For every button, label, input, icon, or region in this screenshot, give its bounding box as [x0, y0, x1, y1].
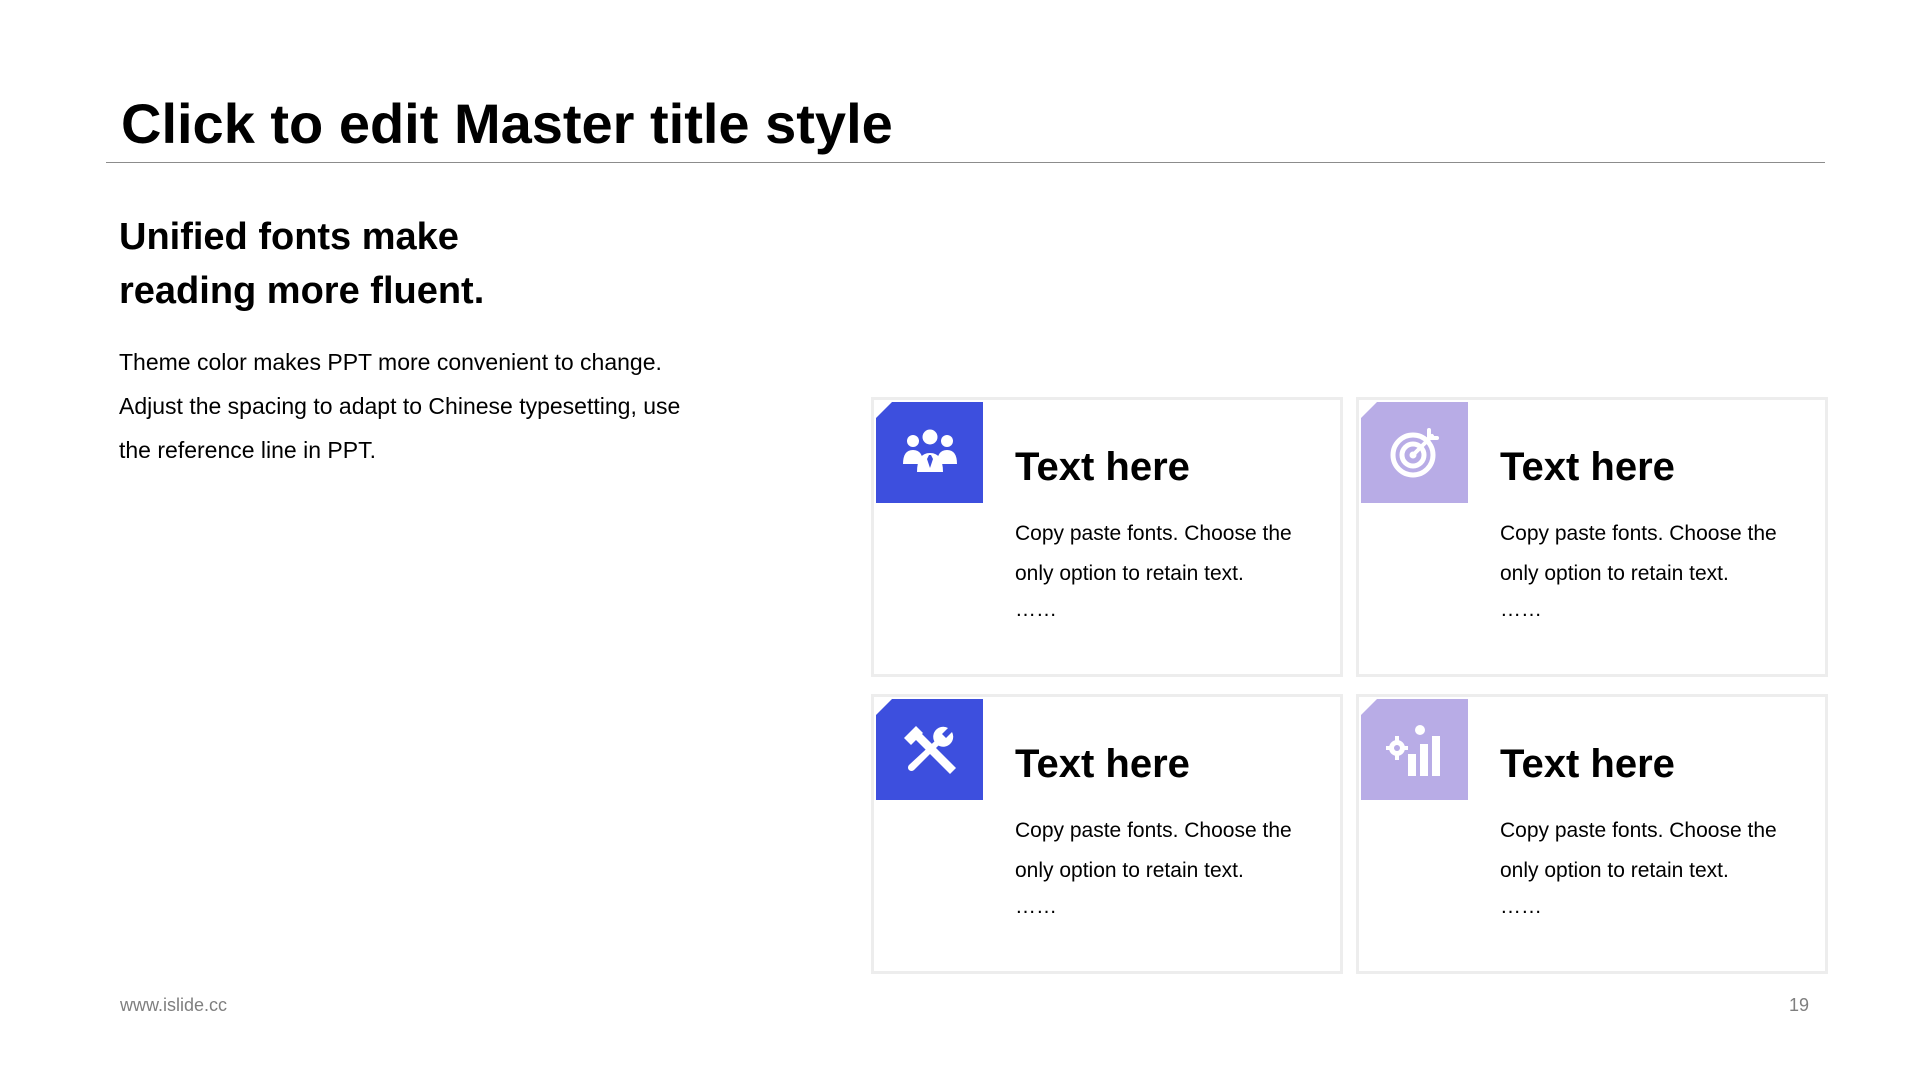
subtitle-line: reading more fluent.	[119, 270, 485, 312]
feature-card[interactable]: Text here Copy paste fonts. Choose the o…	[1356, 397, 1828, 677]
card-desc-line: only option to retain text.	[1500, 562, 1729, 585]
card-desc-line: Copy paste fonts. Choose the	[1500, 819, 1777, 842]
feature-card[interactable]: Text here Copy paste fonts. Choose the o…	[871, 397, 1343, 677]
card-description: Copy paste fonts. Choose the only option…	[1015, 811, 1325, 891]
card-title[interactable]: Text here	[1015, 739, 1190, 789]
slide-title[interactable]: Click to edit Master title style	[121, 88, 893, 160]
footer-url: www.islide.cc	[120, 995, 228, 1015]
card-title[interactable]: Text here	[1500, 442, 1675, 492]
card-ellipsis: ……	[1015, 895, 1057, 918]
icon-tile	[876, 699, 983, 800]
page-number: 19	[1788, 995, 1809, 1015]
icon-tile	[1361, 699, 1468, 800]
feature-card[interactable]: Text here Copy paste fonts. Choose the o…	[871, 694, 1343, 974]
body-line: Theme color makes PPT more convenient to…	[119, 349, 662, 375]
card-title[interactable]: Text here	[1015, 442, 1190, 492]
body-line: the reference line in PPT.	[119, 437, 376, 463]
icon-tile	[876, 402, 983, 503]
card-ellipsis: ……	[1500, 598, 1542, 621]
card-ellipsis: ……	[1500, 895, 1542, 918]
card-description: Copy paste fonts. Choose the only option…	[1500, 811, 1810, 891]
icon-tile	[1361, 402, 1468, 503]
card-description: Copy paste fonts. Choose the only option…	[1500, 514, 1810, 594]
feature-card[interactable]: Text here Copy paste fonts. Choose the o…	[1356, 694, 1828, 974]
card-desc-line: only option to retain text.	[1015, 859, 1244, 882]
card-desc-line: Copy paste fonts. Choose the	[1015, 522, 1292, 545]
subtitle[interactable]: Unified fonts make reading more fluent.	[119, 210, 639, 318]
title-divider	[106, 162, 1825, 163]
card-ellipsis: ……	[1015, 598, 1057, 621]
slide: Click to edit Master title style Unified…	[0, 0, 1920, 1080]
card-description: Copy paste fonts. Choose the only option…	[1015, 514, 1325, 594]
body-paragraph[interactable]: Theme color makes PPT more convenient to…	[119, 340, 759, 472]
team-icon	[902, 429, 957, 472]
card-desc-line: Copy paste fonts. Choose the	[1500, 522, 1777, 545]
body-line: Adjust the spacing to adapt to Chinese t…	[119, 393, 681, 419]
card-title[interactable]: Text here	[1500, 739, 1675, 789]
card-desc-line: Copy paste fonts. Choose the	[1015, 819, 1292, 842]
growth-chart-icon	[1385, 724, 1440, 776]
tools-icon	[903, 725, 956, 774]
card-desc-line: only option to retain text.	[1015, 562, 1244, 585]
card-desc-line: only option to retain text.	[1500, 859, 1729, 882]
subtitle-line: Unified fonts make	[119, 216, 459, 258]
target-icon	[1390, 427, 1439, 477]
